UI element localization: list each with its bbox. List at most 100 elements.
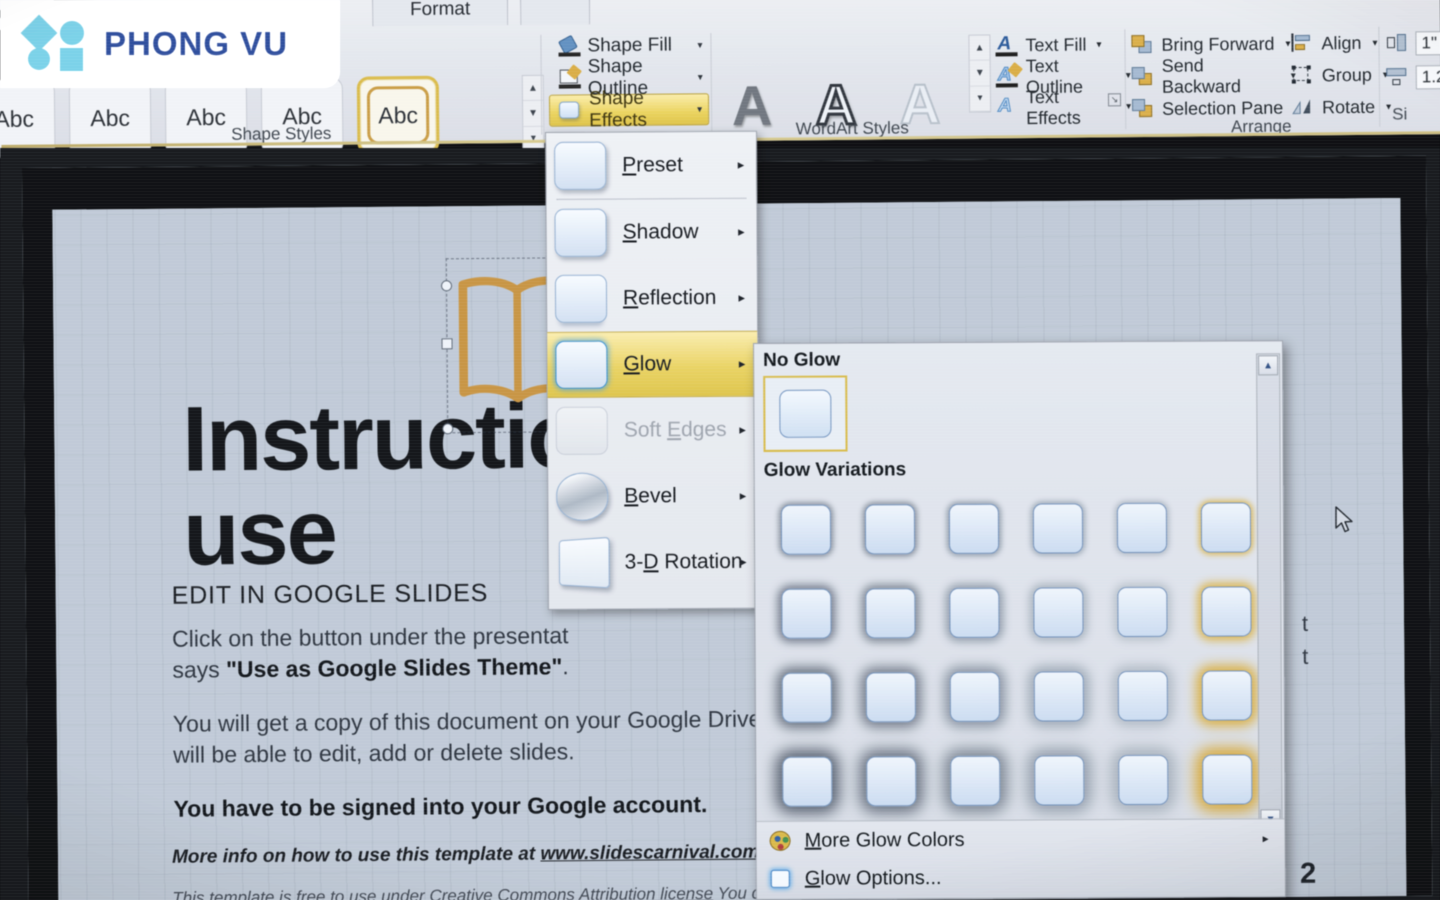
glow-variation-swatch	[865, 672, 916, 723]
shape-effects-label: Shape Effects	[588, 87, 648, 132]
glow-variation-cell[interactable]	[765, 656, 849, 740]
glow-variation-swatch	[864, 504, 916, 555]
wordart-dialog-launcher[interactable]: ↘	[1107, 93, 1122, 107]
body-paragraph-1: Click on the button under the presentat …	[172, 618, 813, 685]
glow-variation-swatch	[1200, 502, 1252, 553]
slide-body[interactable]: Click on the button under the presentat …	[172, 618, 814, 848]
chevron-down-icon[interactable]: ▾	[1386, 101, 1391, 112]
shape-style-item[interactable]: Abc	[164, 77, 248, 157]
glow-variation-cell[interactable]	[764, 572, 848, 656]
shape-width-input[interactable]: 1.2	[1415, 64, 1440, 90]
glow-variation-cell[interactable]	[933, 739, 1017, 823]
shape-height-input[interactable]: 1"	[1415, 30, 1440, 56]
glow-variation-swatch	[1033, 671, 1084, 722]
shape-style-item[interactable]: Abc	[0, 79, 56, 159]
menu-item-glow[interactable]: Glow ▸	[547, 330, 758, 398]
glow-variation-cell[interactable]	[848, 571, 932, 655]
glow-variation-cell[interactable]	[1184, 485, 1268, 569]
gallery-scroll-down-icon[interactable]: ▼	[969, 60, 990, 87]
pencil-outline-icon	[555, 64, 582, 90]
glow-variation-cell[interactable]	[1100, 486, 1184, 570]
submenu-arrow-icon: ▸	[737, 156, 745, 172]
glow-variation-cell[interactable]	[1185, 653, 1269, 737]
glow-variation-cell[interactable]	[1101, 654, 1185, 738]
rotation-3d-thumb-icon	[558, 536, 610, 589]
glow-variation-cell[interactable]	[932, 571, 1016, 655]
chevron-down-icon[interactable]: ▾	[698, 72, 703, 83]
chevron-down-icon[interactable]: ▾	[697, 40, 702, 51]
glow-variation-cell[interactable]	[1185, 737, 1269, 821]
glow-variation-cell[interactable]	[1017, 654, 1101, 738]
resize-handle[interactable]	[441, 338, 453, 350]
glow-submenu-scrollbar[interactable]: ▲ ▼	[1256, 353, 1283, 832]
tab-format[interactable]: Format	[371, 0, 509, 27]
gallery-more-icon[interactable]: ▾	[969, 86, 991, 112]
glow-variation-cell[interactable]	[1101, 738, 1185, 822]
submenu-arrow-icon: ▸	[740, 553, 747, 569]
send-backward-button[interactable]: Send Backward ▾	[1131, 55, 1296, 97]
arrange-order-commands: Bring Forward ▾ Send Backward ▾ Selectio…	[1130, 28, 1296, 126]
wordart-scroll-spinner[interactable]: ▲ ▼ ▾	[968, 34, 992, 113]
menu-item-shadow[interactable]: Shadow ▸	[546, 199, 756, 266]
glow-variation-cell[interactable]	[1184, 569, 1268, 653]
shape-styles-gallery[interactable]: Abc Abc Abc Abc Abc	[0, 75, 440, 159]
tab-next[interactable]	[519, 0, 591, 26]
glow-variation-cell[interactable]	[932, 487, 1016, 571]
shape-style-item[interactable]: Abc	[260, 76, 344, 156]
menu-item-label: Shadow	[622, 220, 699, 244]
glow-variation-cell[interactable]	[849, 739, 933, 823]
menu-item-preset[interactable]: Preset ▸	[546, 132, 756, 199]
glow-variation-cell[interactable]	[765, 740, 849, 824]
glow-variation-cell[interactable]	[764, 488, 848, 572]
soft-edges-thumb-icon	[555, 406, 608, 455]
shape-effects-dropdown[interactable]: Preset ▸ Shadow ▸ Reflection ▸ Glow ▸ So…	[545, 130, 760, 610]
more-glow-colors-item[interactable]: More Glow Colors ▸	[757, 819, 1285, 860]
menu-item-3d-rotation[interactable]: 3-D Rotation ▸	[548, 529, 758, 596]
menu-item-label: Soft Edges	[623, 417, 727, 442]
slide-subtitle[interactable]: EDIT IN GOOGLE SLIDES	[172, 579, 489, 611]
chevron-down-icon[interactable]: ▾	[697, 104, 702, 115]
glow-submenu[interactable]: No Glow Glow Variations ▲ ▼ More Glow Co…	[753, 340, 1286, 900]
menu-item-label: 3-D Rotation	[624, 549, 743, 574]
clipped-right-text: t	[1301, 610, 1309, 636]
glow-variation-cell[interactable]	[1016, 570, 1100, 654]
shape-style-item[interactable]: Abc	[68, 78, 152, 158]
glow-variation-cell[interactable]	[849, 655, 933, 739]
shape-effects-button[interactable]: Shape Effects ▾	[548, 88, 710, 131]
gallery-scroll-up-icon[interactable]: ▲	[969, 35, 990, 62]
group-icon	[1291, 64, 1315, 86]
creative-commons-link[interactable]: Creative Commons Attribution license	[429, 884, 713, 900]
scroll-up-icon[interactable]: ▲	[1258, 355, 1279, 376]
arrange-group-label: Arrange	[1230, 116, 1292, 137]
shape-width-icon	[1386, 66, 1410, 88]
glow-variations-grid[interactable]	[755, 483, 1285, 824]
group-button[interactable]: Group ▾	[1291, 59, 1391, 92]
align-button[interactable]: Align ▾	[1290, 27, 1390, 60]
glow-variation-swatch	[1032, 503, 1084, 554]
glow-options-item[interactable]: Glow Options...	[757, 857, 1285, 898]
glow-variation-cell[interactable]	[933, 655, 1017, 739]
menu-item-bevel[interactable]: Bevel ▸	[548, 463, 758, 530]
submenu-arrow-icon: ▸	[1262, 831, 1269, 846]
license-text: This template is free to use under	[172, 886, 430, 900]
text-effects-icon: A	[997, 95, 1012, 117]
chevron-down-icon[interactable]: ▾	[1372, 37, 1377, 48]
menu-item-label: Bevel	[624, 484, 677, 508]
chevron-down-icon[interactable]: ▾	[1096, 39, 1101, 50]
submenu-arrow-icon: ▸	[738, 223, 745, 239]
glow-variation-cell[interactable]	[848, 487, 932, 571]
arrange-align-commands: Align ▾ Group ▾ Rotate ▾	[1290, 27, 1391, 124]
shape-style-item-selected[interactable]: Abc	[356, 75, 440, 155]
shape-styles-group-label: Shape Styles	[231, 123, 332, 144]
glow-variation-swatch	[948, 503, 1000, 554]
glow-variation-cell[interactable]	[1100, 570, 1184, 654]
glow-variation-cell[interactable]	[1017, 738, 1101, 822]
preset-thumb-icon	[554, 141, 607, 190]
glow-variation-cell[interactable]	[1016, 486, 1100, 570]
resize-handle[interactable]	[440, 280, 453, 292]
menu-item-reflection[interactable]: Reflection ▸	[547, 265, 757, 332]
resize-handle[interactable]	[442, 423, 454, 435]
no-glow-swatch[interactable]	[763, 375, 848, 452]
glow-variation-swatch	[949, 587, 1000, 638]
footer-text: More info on how to use this template at	[171, 843, 541, 868]
